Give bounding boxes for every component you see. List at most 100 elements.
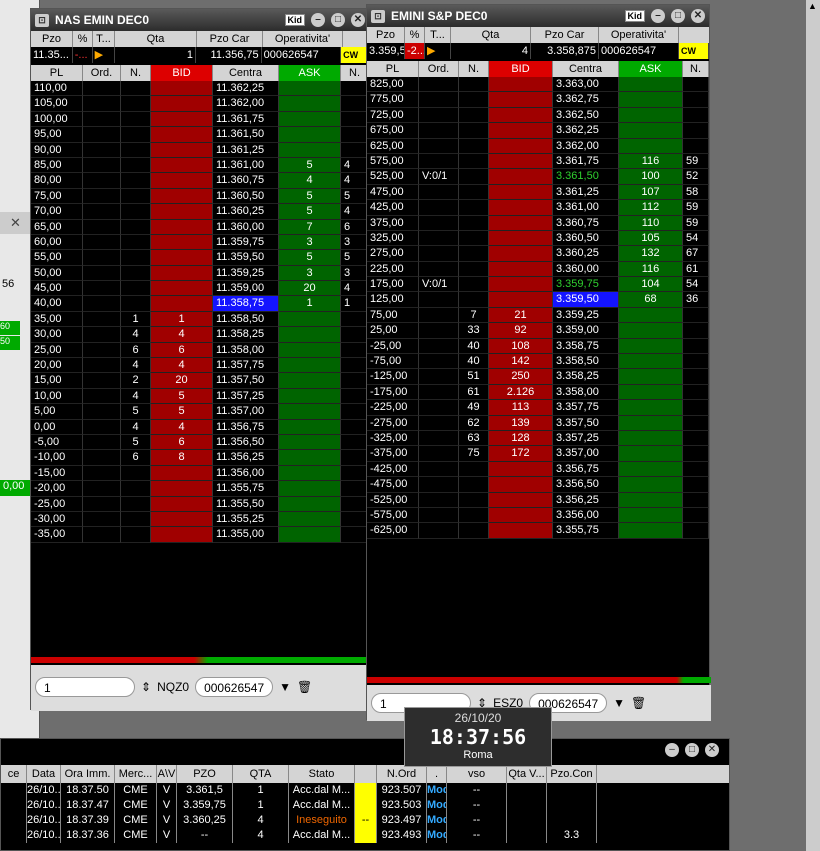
orders-col[interactable]: Qta V... [507, 765, 547, 783]
ask-cell[interactable]: 132 [619, 246, 683, 262]
centra-cell[interactable]: 3.361,75 [553, 153, 619, 170]
ask-cell[interactable] [279, 388, 341, 405]
chevron-down-icon[interactable]: ▼ [279, 680, 291, 694]
bid-cell[interactable]: 128 [489, 430, 553, 447]
book-row[interactable]: 225,00 3.360,00 116 61 [367, 261, 709, 278]
orders-col[interactable]: Ora Imm. [61, 765, 115, 783]
bid-cell[interactable] [489, 461, 553, 478]
bid-cell[interactable]: 250 [489, 369, 553, 385]
es-title-bar[interactable]: ⊡ EMINI S&P DEC0 Kid – □ ✕ [367, 5, 709, 27]
bid-cell[interactable] [151, 127, 213, 143]
bid-cell[interactable]: 172 [489, 446, 553, 462]
book-row[interactable]: -425,00 3.356,75 [367, 461, 709, 478]
ask-cell[interactable] [279, 327, 341, 343]
ask-cell[interactable]: 110 [619, 215, 683, 231]
account-select[interactable]: 000626547 [195, 677, 274, 697]
order-row[interactable]: 26/10... 18.37.47 CME V 3.359,75 1 Acc.dal M..… [1, 798, 729, 813]
centra-cell[interactable]: 11.359,00 [213, 281, 279, 297]
bid-cell[interactable] [489, 261, 553, 278]
centra-cell[interactable]: 3.358,50 [553, 354, 619, 370]
ask-cell[interactable]: 116 [619, 153, 683, 170]
centra-cell[interactable]: 3.362,75 [553, 92, 619, 108]
book-row[interactable]: 175,00 V:0/1 3.359,75 104 54 [367, 277, 709, 293]
book-row[interactable]: 85,00 11.361,00 5 4 [31, 157, 369, 174]
book-row[interactable]: -375,00 75 172 3.357,00 [367, 446, 709, 462]
ask-cell[interactable] [619, 92, 683, 108]
ask-cell[interactable] [279, 81, 341, 97]
bid-cell[interactable] [151, 96, 213, 112]
centra-cell[interactable]: 3.356,50 [553, 477, 619, 493]
bid-cell[interactable]: 8 [151, 450, 213, 466]
ask-cell[interactable] [619, 138, 683, 154]
ask-cell[interactable] [279, 419, 341, 435]
maximize-icon[interactable]: □ [671, 9, 685, 23]
bid-cell[interactable]: 142 [489, 354, 553, 370]
bid-cell[interactable] [151, 188, 213, 205]
centra-cell[interactable]: 11.361,50 [213, 127, 279, 143]
centra-cell[interactable]: 3.359,75 [553, 277, 619, 293]
book-row[interactable]: -575,00 3.356,00 [367, 507, 709, 524]
centra-cell[interactable]: 11.357,00 [213, 404, 279, 420]
ask-cell[interactable]: 100 [619, 169, 683, 185]
book-row[interactable]: 675,00 3.362,25 [367, 123, 709, 139]
centra-cell[interactable]: 3.361,25 [553, 184, 619, 201]
col-bid[interactable]: BID [489, 61, 553, 77]
bid-cell[interactable] [489, 107, 553, 124]
ask-cell[interactable] [619, 477, 683, 493]
minimize-icon[interactable]: – [311, 13, 325, 27]
bid-cell[interactable] [151, 511, 213, 528]
ask-cell[interactable] [619, 338, 683, 355]
centra-cell[interactable]: 11.358,75 [213, 296, 279, 312]
ask-cell[interactable] [279, 450, 341, 466]
orders-col[interactable]: Data [27, 765, 61, 783]
centra-cell[interactable]: 3.361,50 [553, 169, 619, 185]
nas-title-bar[interactable]: ⊡ NAS EMIN DEC0 Kid – □ ✕ [31, 9, 369, 31]
bid-cell[interactable]: 1 [151, 311, 213, 328]
order-cell[interactable]: Mod [427, 813, 447, 828]
kid-button[interactable]: Kid [624, 10, 645, 22]
bid-cell[interactable] [489, 184, 553, 201]
book-row[interactable]: -225,00 49 113 3.357,75 [367, 400, 709, 416]
ask-cell[interactable] [619, 492, 683, 508]
order-row[interactable]: 26/10... 18.37.50 CME V 3.361,5 1 Acc.dal M...… [1, 783, 729, 798]
book-row[interactable]: -20,00 11.355,75 [31, 481, 369, 497]
centra-cell[interactable]: 3.359,00 [553, 323, 619, 339]
book-row[interactable]: 80,00 11.360,75 4 4 [31, 173, 369, 189]
centra-cell[interactable]: 3.356,75 [553, 461, 619, 478]
book-row[interactable]: -15,00 11.356,00 [31, 465, 369, 482]
book-row[interactable]: 110,00 11.362,25 [31, 81, 369, 97]
centra-cell[interactable]: 11.360,00 [213, 219, 279, 235]
order-cell[interactable]: Mod [427, 783, 447, 798]
bid-cell[interactable]: 139 [489, 415, 553, 431]
bid-cell[interactable] [151, 281, 213, 297]
ask-cell[interactable]: 5 [279, 250, 341, 266]
ask-cell[interactable] [619, 307, 683, 324]
book-row[interactable]: 425,00 3.361,00 112 59 [367, 200, 709, 216]
bid-cell[interactable]: 2.126 [489, 384, 553, 401]
close-icon[interactable]: ✕ [691, 9, 705, 23]
centra-cell[interactable]: 11.361,25 [213, 142, 279, 158]
book-row[interactable]: -35,00 11.355,00 [31, 527, 369, 543]
ask-cell[interactable] [619, 369, 683, 385]
book-row[interactable]: 105,00 11.362,00 [31, 96, 369, 112]
bid-cell[interactable] [151, 81, 213, 97]
ask-cell[interactable]: 5 [279, 188, 341, 205]
bid-cell[interactable]: 21 [489, 307, 553, 324]
bid-cell[interactable]: 5 [151, 388, 213, 405]
ask-cell[interactable] [279, 373, 341, 389]
bid-cell[interactable]: 4 [151, 358, 213, 374]
centra-cell[interactable]: 3.357,75 [553, 400, 619, 416]
ask-cell[interactable] [619, 323, 683, 339]
centra-cell[interactable]: 11.358,25 [213, 327, 279, 343]
ask-cell[interactable] [619, 77, 683, 93]
bid-cell[interactable] [151, 204, 213, 220]
bid-cell[interactable]: 6 [151, 342, 213, 359]
centra-cell[interactable]: 11.362,25 [213, 81, 279, 97]
ask-cell[interactable] [279, 358, 341, 374]
ask-cell[interactable]: 5 [279, 204, 341, 220]
bid-cell[interactable]: 4 [151, 327, 213, 343]
close-icon[interactable]: ✕ [351, 13, 365, 27]
book-row[interactable]: -30,00 11.355,25 [31, 511, 369, 528]
bid-cell[interactable]: 92 [489, 323, 553, 339]
bid-cell[interactable] [489, 92, 553, 108]
